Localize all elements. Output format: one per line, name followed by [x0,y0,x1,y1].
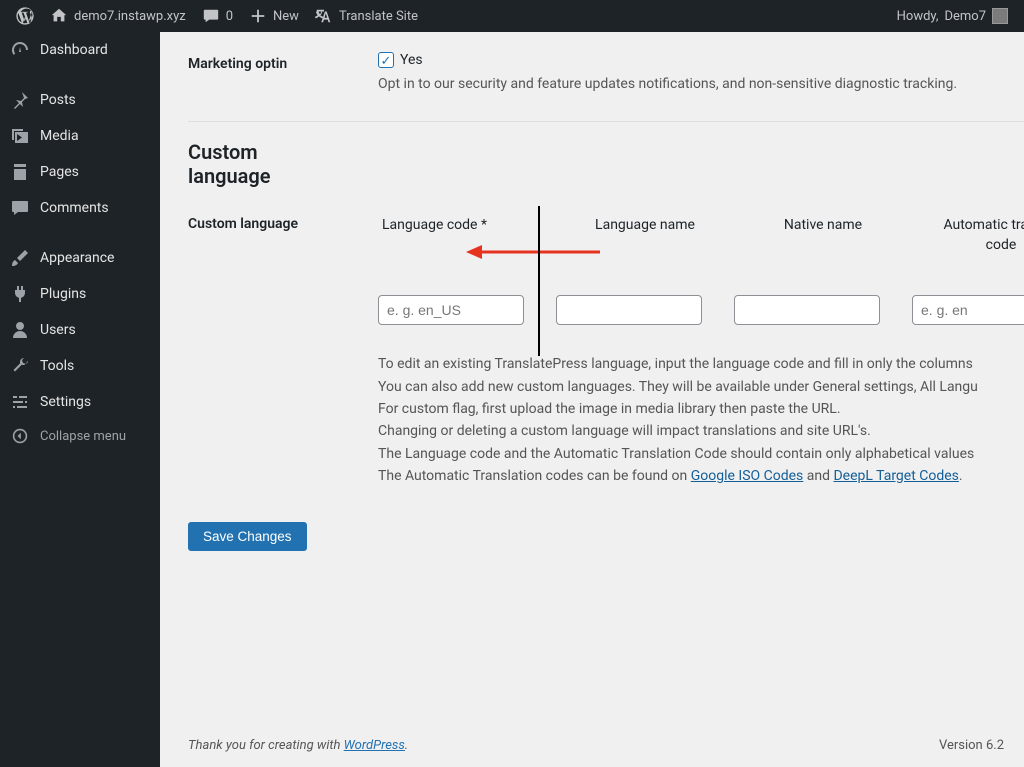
adminbar: demo7.instawp.xyz 0 New Translate Site H… [0,0,1024,32]
admin-sidebar: Dashboard Posts Media Pages Comments App… [0,32,160,767]
sidebar-item-label: Pages [40,164,79,180]
sidebar-item-label: Plugins [40,286,86,302]
adminbar-left: demo7.instawp.xyz 0 New Translate Site [8,0,426,32]
plus-icon [249,7,267,25]
note-line: For custom flag, first upload the image … [378,398,1024,420]
wordpress-link[interactable]: WordPress [344,738,405,753]
sidebar-item-dashboard[interactable]: Dashboard [0,32,160,68]
custom-language-row: Custom language Language code * Language… [188,216,1024,325]
sidebar-item-label: Settings [40,394,91,410]
sidebar-item-label: Media [40,128,79,144]
collapse-icon [10,428,30,444]
comments-count: 0 [226,9,233,24]
sidebar-item-tools[interactable]: Tools [0,348,160,384]
wordpress-icon [16,7,34,25]
marketing-optin-row: Marketing optin Yes Opt in to our securi… [188,52,1024,95]
language-name-input[interactable] [556,295,702,325]
native-name-input[interactable] [734,295,880,325]
wrench-icon [10,356,30,376]
note-line: To edit an existing TranslatePress langu… [378,353,1024,375]
translate-label: Translate Site [339,9,418,24]
google-iso-link[interactable]: Google ISO Codes [691,468,804,484]
sidebar-item-plugins[interactable]: Plugins [0,276,160,312]
sidebar-item-label: Tools [40,358,74,374]
header-language-code: Language code * [378,216,556,255]
sidebar-item-label: Posts [40,92,76,108]
brush-icon [10,248,30,268]
header-native-name: Native name [734,216,912,255]
sidebar-item-label: Appearance [40,250,114,266]
site-name-button[interactable]: demo7.instawp.xyz [42,0,194,32]
sidebar-item-users[interactable]: Users [0,312,160,348]
sidebar-item-label: Comments [40,200,109,216]
collapse-label: Collapse menu [40,429,126,444]
avatar [992,8,1008,24]
note-line: You can also add new custom languages. T… [378,376,1024,398]
media-icon [10,126,30,146]
marketing-optin-checkbox[interactable] [378,52,394,68]
marketing-optin-checkbox-wrap[interactable]: Yes [378,52,1024,68]
note-line: The Automatic Translation codes can be f… [378,465,1024,487]
footer-thanks: Thank you for creating with WordPress. [188,738,408,753]
comments-button[interactable]: 0 [194,0,241,32]
collapse-menu-button[interactable]: Collapse menu [0,420,160,452]
sidebar-item-posts[interactable]: Posts [0,82,160,118]
admin-footer: Thank you for creating with WordPress. V… [160,724,1024,767]
plug-icon [10,284,30,304]
custom-language-notes: To edit an existing TranslatePress langu… [378,353,1024,487]
auto-code-input[interactable] [912,295,1024,325]
sidebar-item-label: Dashboard [40,42,108,58]
marketing-optin-desc: Opt in to our security and feature updat… [378,74,1024,95]
comment-icon [202,7,220,25]
main-content: Marketing optin Yes Opt in to our securi… [160,32,1024,767]
comment-icon [10,198,30,218]
custom-language-row-label: Custom language [188,216,378,325]
save-changes-button[interactable]: Save Changes [188,522,307,551]
note-line: The Language code and the Automatic Tran… [378,443,1024,465]
deepl-codes-link[interactable]: DeepL Target Codes [833,468,958,484]
column-separator [538,206,540,356]
sliders-icon [10,392,30,412]
new-label: New [273,9,299,24]
account-button[interactable]: Howdy, Demo7 [889,0,1016,32]
header-auto-code: Automatic translatcode [912,216,1024,255]
note-line: Changing or deleting a custom language w… [378,420,1024,442]
custom-language-title-text: Customlanguage [188,140,271,188]
username: Demo7 [944,9,986,24]
howdy-prefix: Howdy, [897,9,939,24]
marketing-optin-label: Marketing optin [188,52,378,72]
new-content-button[interactable]: New [241,0,307,32]
sidebar-item-pages[interactable]: Pages [0,154,160,190]
page-icon [10,162,30,182]
pin-icon [10,90,30,110]
sidebar-item-settings[interactable]: Settings [0,384,160,420]
marketing-optin-checkbox-label: Yes [400,52,423,68]
header-language-name: Language name [556,216,734,255]
custom-language-title: Customlanguage [188,140,1024,188]
translate-site-button[interactable]: Translate Site [307,0,426,32]
sidebar-item-media[interactable]: Media [0,118,160,154]
footer-version: Version 6.2 [939,738,1004,753]
gauge-icon [10,40,30,60]
section-divider [188,121,1024,122]
user-icon [10,320,30,340]
sidebar-item-appearance[interactable]: Appearance [0,240,160,276]
adminbar-right: Howdy, Demo7 [889,0,1016,32]
lang-table-inputs-row [378,295,1024,325]
lang-table-headers: Language code * Language name Native nam… [378,216,1024,255]
sidebar-item-label: Users [40,322,76,338]
home-icon [50,7,68,25]
translate-icon [315,7,333,25]
site-name-text: demo7.instawp.xyz [74,9,186,24]
language-code-input[interactable] [378,295,524,325]
wp-logo-button[interactable] [8,0,42,32]
sidebar-item-comments[interactable]: Comments [0,190,160,226]
